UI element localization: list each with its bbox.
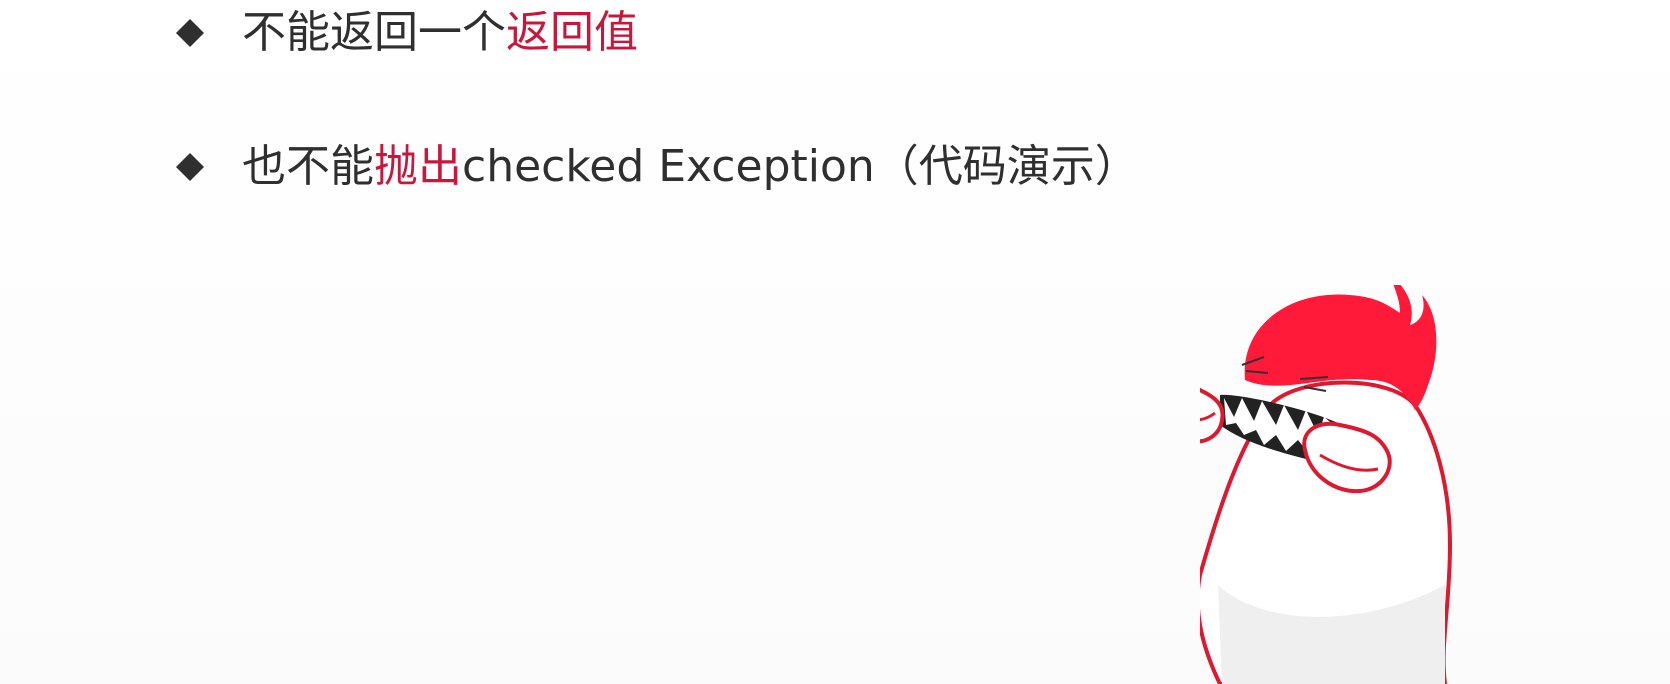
bullet-text-2: 也不能抛出checked Exception（代码演示） xyxy=(242,136,1139,198)
slide: 不能返回一个返回值 也不能抛出checked Exception（代码演示） xyxy=(0,0,1670,684)
diamond-icon xyxy=(176,19,204,47)
mascot-illustration xyxy=(1160,275,1530,684)
bullet-1-part-2-highlight: 返回值 xyxy=(506,7,638,58)
bullet-1-part-1: 不能返回一个 xyxy=(242,7,506,58)
bullet-item-2: 也不能抛出checked Exception（代码演示） xyxy=(176,136,1139,198)
bullet-text-1: 不能返回一个返回值 xyxy=(242,2,638,64)
bullet-2-part-1: 也不能 xyxy=(242,141,374,192)
bullet-item-1: 不能返回一个返回值 xyxy=(176,2,638,64)
diamond-icon xyxy=(176,153,204,181)
bullet-2-part-3: checked Exception（代码演示） xyxy=(462,141,1139,192)
bullet-2-part-2-highlight: 抛出 xyxy=(374,141,462,192)
mascot-svg xyxy=(1160,275,1453,684)
